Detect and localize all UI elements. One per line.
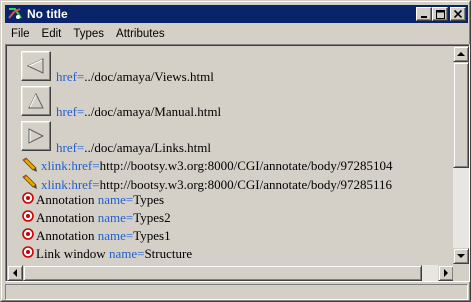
attr-name: name= xyxy=(97,210,134,225)
attr-value: http://bootsy.w3.org:8000/CGI/annotate/b… xyxy=(99,177,392,192)
scroll-down-button[interactable] xyxy=(453,248,469,264)
maximize-icon xyxy=(435,9,445,19)
attr-value: Types2 xyxy=(133,210,171,225)
horizontal-scrollbar[interactable] xyxy=(7,265,454,281)
pencil-icon xyxy=(22,157,37,172)
image-link-row[interactable]: href=../doc/amaya/Manual.html xyxy=(56,104,221,119)
annotation-label: Annotation xyxy=(36,192,95,207)
scroll-up-button[interactable] xyxy=(453,46,469,62)
attr-value: Structure xyxy=(144,246,193,261)
attr-value: ../doc/amaya/Manual.html xyxy=(84,104,222,119)
menu-types[interactable]: Types xyxy=(67,28,110,40)
scroll-left-button[interactable] xyxy=(7,265,23,281)
views-image-button[interactable] xyxy=(21,51,51,81)
attr-value: ../doc/amaya/Views.html xyxy=(84,69,214,84)
arrow-down-icon xyxy=(457,253,465,258)
links-image-button[interactable] xyxy=(21,121,51,151)
xlink-row[interactable]: xlink:href=http://bootsy.w3.org:8000/CGI… xyxy=(41,158,392,173)
scrollbar-corner xyxy=(453,265,469,281)
annotation-label: Annotation xyxy=(36,210,95,225)
maximize-button[interactable] xyxy=(432,7,448,21)
status-bar xyxy=(5,284,468,300)
close-icon xyxy=(454,10,462,18)
annotation-row[interactable]: Annotation name=Types xyxy=(36,192,164,207)
views-icon xyxy=(26,58,44,74)
annotation-row[interactable]: Annotation name=Types2 xyxy=(36,210,171,225)
attr-value: Types1 xyxy=(133,228,171,243)
arrow-up-icon xyxy=(457,51,465,56)
target-icon xyxy=(22,210,34,222)
xlink-row[interactable]: xlink:href=http://bootsy.w3.org:8000/CGI… xyxy=(41,177,392,192)
attr-name: xlink:href= xyxy=(41,177,100,192)
app-icon xyxy=(7,6,23,22)
minimize-button[interactable] xyxy=(416,7,432,21)
attr-name: href= xyxy=(56,140,85,155)
window-title: No title xyxy=(27,7,68,21)
title-bar[interactable]: No title xyxy=(5,5,468,23)
arrow-left-icon xyxy=(12,269,17,277)
attr-name: name= xyxy=(97,228,134,243)
content-area: href=../doc/amaya/Views.html href=../doc… xyxy=(7,46,454,264)
horizontal-scroll-thumb[interactable] xyxy=(23,265,422,281)
annotation-label: Link window xyxy=(36,246,106,261)
attr-value: Types xyxy=(133,192,165,207)
image-link-row[interactable]: href=../doc/amaya/Links.html xyxy=(56,140,211,155)
structure-view: href=../doc/amaya/Views.html href=../doc… xyxy=(5,44,470,282)
scroll-right-button[interactable] xyxy=(438,265,454,281)
attr-value: ../doc/amaya/Links.html xyxy=(84,140,211,155)
target-icon xyxy=(22,246,34,258)
manual-icon xyxy=(28,92,44,109)
links-icon xyxy=(28,128,45,144)
menu-file[interactable]: File xyxy=(5,28,36,40)
manual-image-button[interactable] xyxy=(21,86,51,116)
menu-bar: File Edit Types Attributes xyxy=(5,24,468,43)
vertical-scroll-thumb[interactable] xyxy=(453,62,469,168)
annotation-label: Annotation xyxy=(36,228,95,243)
close-button[interactable] xyxy=(450,7,466,21)
attr-name: xlink:href= xyxy=(41,158,100,173)
target-icon xyxy=(22,228,34,240)
pencil-icon xyxy=(22,174,37,189)
arrow-right-icon xyxy=(443,269,448,277)
annotation-row[interactable]: Link window name=Structure xyxy=(36,246,192,261)
annotation-row[interactable]: Annotation name=Types1 xyxy=(36,228,171,243)
attr-name: href= xyxy=(56,69,85,84)
menu-edit[interactable]: Edit xyxy=(36,28,68,40)
image-link-row[interactable]: href=../doc/amaya/Views.html xyxy=(56,69,214,84)
target-icon xyxy=(22,192,34,204)
attr-name: name= xyxy=(97,192,134,207)
attr-value: http://bootsy.w3.org:8000/CGI/annotate/b… xyxy=(99,158,393,173)
app-window: No title File Edit Types Attributes href… xyxy=(0,0,471,302)
menu-attributes[interactable]: Attributes xyxy=(110,28,171,40)
vertical-scrollbar[interactable] xyxy=(453,46,469,264)
attr-name: href= xyxy=(56,104,85,119)
minimize-icon xyxy=(421,16,427,18)
attr-name: name= xyxy=(108,246,145,261)
